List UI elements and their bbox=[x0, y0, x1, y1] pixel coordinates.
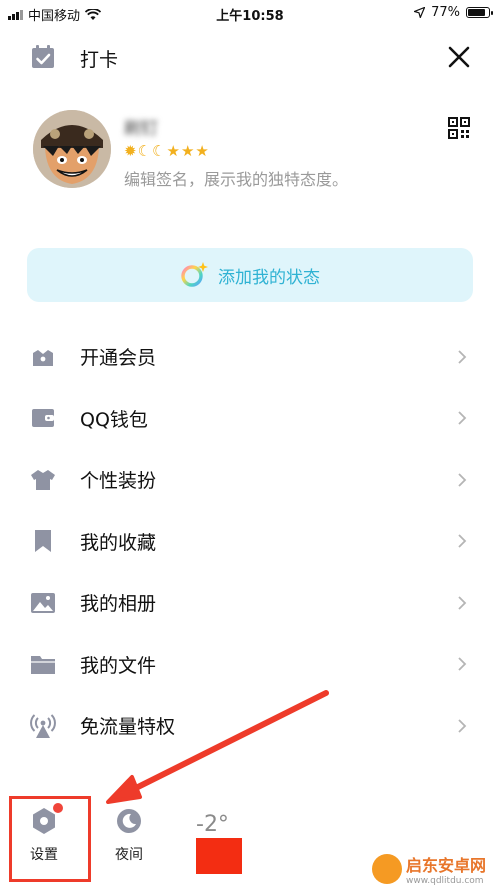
menu-item-wallet[interactable]: QQ钱包 bbox=[0, 388, 500, 450]
add-status-label: 添加我的状态 bbox=[218, 267, 320, 288]
bookmark-icon bbox=[35, 530, 51, 553]
crown-icon bbox=[33, 349, 53, 366]
watermark-url: www.qdlitdu.com bbox=[406, 876, 484, 886]
star-icon: ★ bbox=[166, 142, 180, 160]
qr-code-icon[interactable] bbox=[448, 117, 470, 139]
battery-icon bbox=[466, 7, 493, 18]
star-icon: ★ bbox=[195, 142, 209, 160]
menu-item-dressup[interactable]: 个性装扮 bbox=[0, 449, 500, 511]
antenna-icon bbox=[30, 714, 56, 738]
menu-item-label: 免流量特权 bbox=[80, 716, 176, 739]
weather-temperature[interactable]: -2° bbox=[196, 812, 229, 837]
menu-item-label: 个性装扮 bbox=[80, 470, 157, 493]
username[interactable]: 刷钉 bbox=[124, 114, 158, 139]
menu-item-label: QQ钱包 bbox=[80, 408, 148, 431]
battery-percent: 77% bbox=[431, 5, 460, 20]
menu-item-label: 开通会员 bbox=[80, 347, 157, 370]
menu-item-vip[interactable]: 开通会员 bbox=[0, 326, 500, 388]
signature-text[interactable]: 编辑签名，展示我的独特态度。 bbox=[124, 166, 348, 190]
chevron-right-icon bbox=[458, 534, 467, 548]
menu-item-album[interactable]: 我的相册 bbox=[0, 572, 500, 634]
chevron-right-icon bbox=[458, 350, 467, 364]
shirt-icon bbox=[31, 469, 55, 490]
chevron-right-icon bbox=[458, 719, 467, 733]
redaction-block bbox=[196, 838, 242, 874]
menu-item-files[interactable]: 我的文件 bbox=[0, 634, 500, 696]
wallet-icon bbox=[32, 409, 54, 428]
annotation-highlight-box bbox=[9, 796, 91, 882]
watermark: 启东安卓网 www.qdlitdu.com bbox=[372, 852, 486, 886]
moon-icon: ☾ bbox=[137, 142, 152, 160]
sun-icon: ✹ bbox=[124, 142, 137, 160]
menu-item-favorites[interactable]: 我的收藏 bbox=[0, 511, 500, 573]
location-arrow-icon bbox=[414, 7, 426, 18]
checkin-label[interactable]: 打卡 bbox=[80, 45, 118, 72]
watermark-name: 启东安卓网 bbox=[406, 856, 487, 875]
status-bar: 中国移动 上午10:58 77% bbox=[0, 0, 500, 26]
watermark-logo bbox=[372, 854, 402, 884]
moon-icon: ☾ bbox=[152, 142, 166, 160]
status-ring-icon bbox=[181, 262, 208, 287]
chevron-right-icon bbox=[458, 596, 467, 610]
add-status-button[interactable]: 添加我的状态 bbox=[27, 248, 473, 302]
night-mode-button[interactable]: 夜间 bbox=[100, 806, 158, 864]
avatar[interactable] bbox=[33, 110, 111, 188]
chevron-right-icon bbox=[458, 473, 467, 487]
menu-item-free-data[interactable]: 免流量特权 bbox=[0, 695, 500, 757]
level-badges: ✹ ☾ ☾ ★ ★ ★ bbox=[124, 142, 209, 160]
chevron-right-icon bbox=[458, 657, 467, 671]
menu-item-label: 我的文件 bbox=[80, 654, 157, 677]
photo-icon bbox=[31, 592, 55, 613]
star-icon: ★ bbox=[180, 142, 195, 160]
menu-item-label: 我的收藏 bbox=[80, 531, 157, 554]
avatar-image bbox=[33, 110, 111, 188]
folder-icon bbox=[31, 656, 55, 675]
moon-icon bbox=[117, 809, 141, 833]
chevron-right-icon bbox=[458, 411, 467, 425]
calendar-check-icon[interactable] bbox=[30, 44, 56, 70]
menu-item-label: 我的相册 bbox=[80, 593, 157, 616]
close-icon[interactable] bbox=[444, 42, 474, 72]
night-label: 夜间 bbox=[115, 847, 143, 863]
menu-list: 开通会员 QQ钱包 个性装扮 我的收藏 我的相册 我的文件 免流量特权 bbox=[0, 326, 500, 757]
